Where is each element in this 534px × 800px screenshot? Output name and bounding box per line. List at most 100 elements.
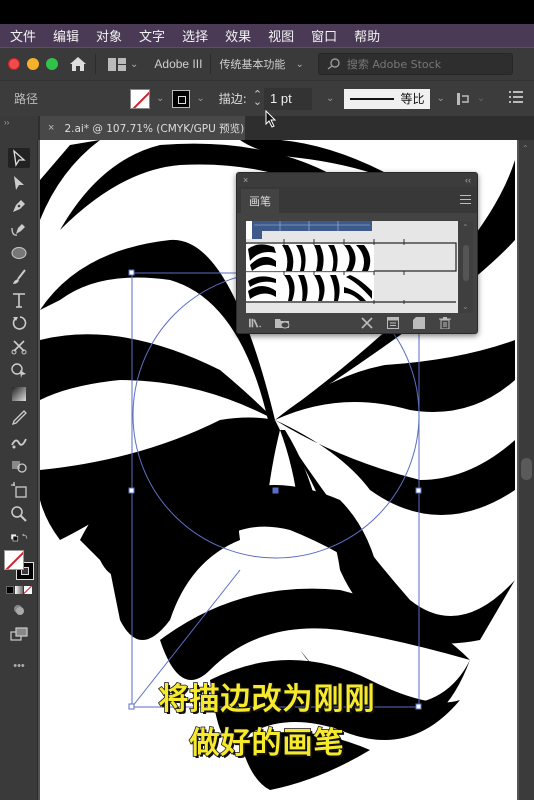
toolbar-collapse-button[interactable]: ››: [0, 116, 38, 140]
menu-effect[interactable]: 效果: [225, 26, 251, 45]
swirl-stripe: [40, 334, 275, 420]
scroll-up-icon[interactable]: ⌃: [462, 223, 469, 232]
home-icon[interactable]: [69, 56, 87, 72]
maximize-window-button[interactable]: [46, 58, 58, 70]
chevron-down-icon[interactable]: ⌄: [436, 93, 444, 104]
stock-search-input[interactable]: 搜索 Adobe Stock: [317, 53, 513, 75]
stroke-label[interactable]: 描边:: [219, 90, 247, 107]
paintbrush-tool[interactable]: [8, 267, 30, 287]
brush-item-zebra-2[interactable]: [246, 271, 456, 304]
scrollbar-thumb[interactable]: [521, 458, 532, 480]
chevron-down-icon[interactable]: ⌄: [196, 93, 204, 104]
menu-object[interactable]: 对象: [96, 26, 122, 45]
direct-selection-tool[interactable]: [8, 173, 30, 193]
variable-width-profile-select[interactable]: 等比: [344, 88, 431, 109]
stock-search-placeholder: 搜索 Adobe Stock: [346, 58, 442, 71]
type-tool[interactable]: [8, 290, 30, 310]
chevron-down-icon[interactable]: ⌄: [295, 59, 303, 70]
panel-footer: [237, 313, 477, 333]
drawing-modes-tool[interactable]: [8, 600, 30, 620]
selection-type-label: 路径: [14, 92, 39, 106]
new-brush-icon[interactable]: [413, 317, 425, 329]
fill-color-swatch[interactable]: [130, 88, 150, 109]
close-tab-icon[interactable]: ×: [48, 122, 54, 134]
zoom-tool[interactable]: [8, 504, 30, 524]
blend-tool[interactable]: [8, 432, 30, 452]
stroke-color-swatch[interactable]: [172, 89, 191, 108]
brush-options-icon[interactable]: [387, 317, 399, 329]
brush-item-zebra-1[interactable]: [246, 241, 457, 272]
selection-handle: [128, 269, 135, 276]
selection-center-point: [272, 487, 279, 494]
panel-titlebar[interactable]: × ‹‹: [237, 173, 477, 187]
close-window-button[interactable]: [8, 58, 20, 70]
align-stroke-icon[interactable]: [456, 92, 471, 106]
eyedropper-tool[interactable]: [8, 408, 30, 428]
chevron-down-icon[interactable]: ⌄: [156, 93, 164, 104]
brush-list-scrollbar[interactable]: ⌃ ⌄: [459, 221, 473, 313]
stroke-weight-stepper[interactable]: ⌃ ⌄: [253, 89, 262, 107]
puppet-warp-tool[interactable]: [8, 360, 30, 380]
chevron-down-icon[interactable]: ⌄: [477, 93, 485, 104]
pen-icon: [13, 200, 25, 212]
none-button[interactable]: [24, 586, 32, 594]
chevron-down-icon[interactable]: ⌄: [326, 93, 334, 104]
document-tab[interactable]: × 2.ai* @ 107.71% (CMYK/GPU 预览): [40, 116, 245, 140]
delete-brush-icon[interactable]: [439, 317, 451, 329]
menu-select[interactable]: 选择: [182, 26, 208, 45]
menu-edit[interactable]: 编辑: [53, 26, 79, 45]
gradient-tool[interactable]: [8, 384, 30, 404]
fill-indicator-none[interactable]: [4, 550, 24, 570]
remove-brush-stroke-icon[interactable]: [361, 317, 373, 329]
divider: [95, 54, 96, 74]
menu-help[interactable]: 帮助: [354, 26, 380, 45]
menu-file[interactable]: 文件: [10, 26, 36, 45]
brush-list: [246, 221, 458, 313]
ellipse-tool[interactable]: [8, 243, 30, 263]
screen-mode-tool[interactable]: [8, 624, 30, 644]
window-controls: [8, 58, 65, 70]
caption-line-1: 将描边改为刚刚: [158, 681, 376, 718]
gradient-icon: [12, 387, 26, 401]
libraries-panel-icon[interactable]: [275, 317, 291, 329]
arrange-documents-icon[interactable]: [108, 57, 126, 71]
artboard-tool[interactable]: [8, 480, 30, 500]
tab-brushes[interactable]: 画笔: [241, 189, 279, 213]
panel-menu-icon[interactable]: [460, 195, 471, 204]
top-black-bar: [0, 0, 534, 24]
scissors-icon: [11, 340, 27, 355]
menu-view[interactable]: 视图: [268, 26, 294, 45]
curvature-tool[interactable]: [8, 219, 30, 239]
minimize-window-button[interactable]: [27, 58, 39, 70]
color-button[interactable]: [6, 586, 14, 594]
swirl-stripe: [40, 140, 100, 220]
gradient-button[interactable]: [15, 586, 23, 594]
menu-window[interactable]: 窗口: [311, 26, 337, 45]
panel-options-icon[interactable]: [509, 90, 524, 108]
divider: [210, 54, 212, 74]
panel-tab-row: 画笔: [237, 187, 477, 213]
caption-line-2: 做好的画笔: [189, 725, 345, 762]
fill-stroke-indicator[interactable]: [4, 550, 34, 580]
workspace-switcher[interactable]: 传统基本功能: [219, 56, 285, 72]
scissors-tool[interactable]: [8, 337, 30, 357]
scrollbar-thumb[interactable]: [463, 245, 469, 281]
menu-type[interactable]: 文字: [139, 26, 165, 45]
ellipse-icon: [11, 247, 27, 259]
brush-item-pattern-ruler[interactable]: [246, 221, 405, 243]
selection-tool[interactable]: [8, 148, 30, 168]
rotate-tool[interactable]: [8, 313, 30, 333]
zoom-magnifier-icon: [11, 506, 27, 522]
pen-tool[interactable]: [8, 196, 30, 216]
bridge-label[interactable]: Adobe III: [154, 57, 202, 71]
close-panel-icon[interactable]: ×: [243, 175, 248, 185]
chevron-down-icon[interactable]: ⌄: [130, 59, 138, 70]
brush-libraries-icon[interactable]: [249, 317, 261, 329]
stroke-weight-input[interactable]: 1 pt: [264, 87, 313, 110]
scroll-down-icon[interactable]: ⌄: [462, 302, 469, 311]
edit-toolbar-button[interactable]: •••: [8, 656, 30, 676]
collapse-panel-icon[interactable]: ‹‹: [465, 175, 471, 185]
rotate-icon: [12, 316, 27, 330]
shape-builder-tool[interactable]: [8, 456, 30, 476]
scroll-up-icon[interactable]: ⌃: [522, 144, 529, 153]
